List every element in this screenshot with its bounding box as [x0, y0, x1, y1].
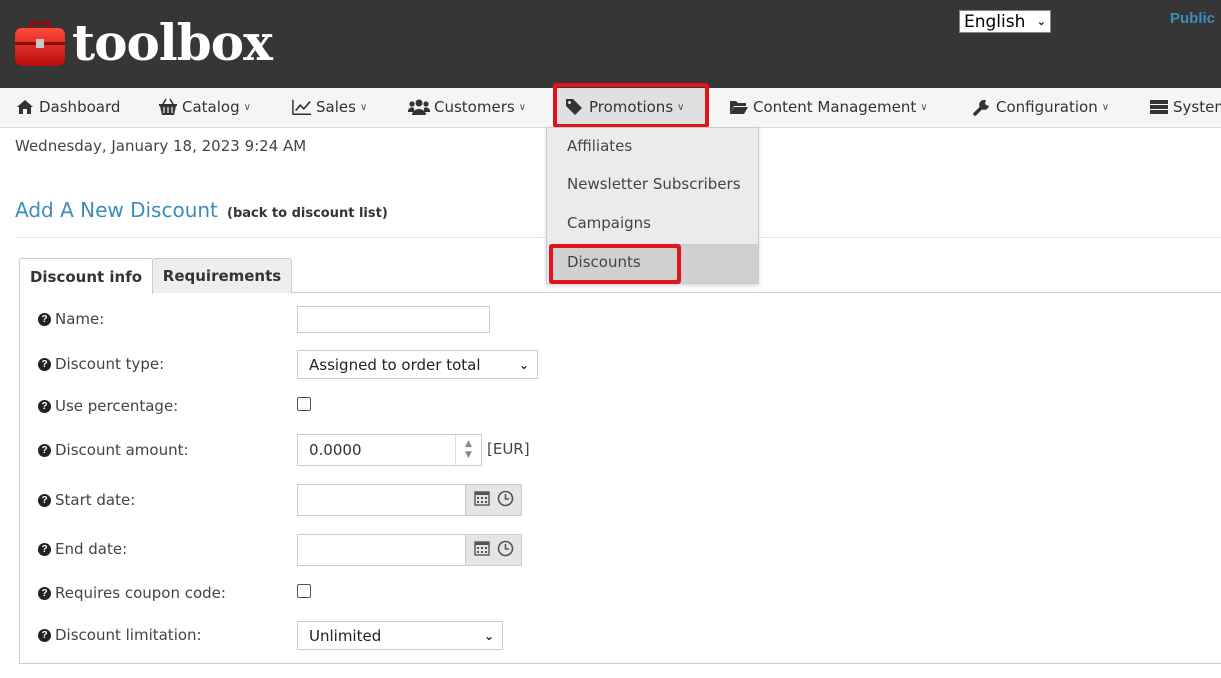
discount-limitation-select[interactable]: Unlimited ⌄	[297, 621, 503, 650]
chevron-down-icon: ⌄	[1036, 15, 1046, 28]
use-percentage-label: ? Use percentage:	[38, 397, 178, 415]
nav-sales[interactable]: Sales ∨	[292, 88, 367, 126]
nav-customers-label: Customers	[434, 98, 515, 116]
nav-dashboard-label: Dashboard	[39, 98, 121, 116]
top-header: toolbox English ⌄ Public	[0, 0, 1221, 88]
panel-border	[19, 292, 20, 664]
help-icon[interactable]: ?	[38, 586, 51, 600]
requires-coupon-checkbox[interactable]	[297, 584, 311, 598]
users-icon	[408, 98, 430, 116]
nav-content-management[interactable]: Content Management ∨	[729, 88, 928, 126]
current-date: Wednesday, January 18, 2023 9:24 AM	[15, 137, 307, 155]
folder-open-icon	[729, 98, 749, 116]
nav-content-management-label: Content Management	[753, 98, 917, 116]
discount-limitation-label-text: Discount limitation:	[55, 626, 202, 644]
help-icon[interactable]: ?	[38, 399, 51, 413]
spinner-up-icon[interactable]: ▲	[465, 439, 472, 450]
promotions-highlight	[553, 83, 709, 128]
home-icon	[15, 98, 35, 116]
currency-label: [EUR]	[487, 440, 530, 458]
tab-requirements[interactable]: Requirements	[152, 258, 292, 293]
use-percentage-checkbox[interactable]	[297, 397, 311, 411]
discount-type-value: Assigned to order total	[309, 355, 481, 374]
requires-coupon-label: ? Requires coupon code:	[38, 584, 226, 602]
tab-discount-info[interactable]: Discount info	[19, 258, 153, 294]
nav-sales-label: Sales	[316, 98, 356, 116]
discount-amount-label-text: Discount amount:	[55, 441, 189, 459]
discount-limitation-value: Unlimited	[309, 626, 382, 645]
nav-dashboard[interactable]: Dashboard	[15, 88, 120, 126]
dropdown-item-affiliates[interactable]: Affiliates	[567, 137, 632, 155]
panel-border-bottom	[19, 663, 1221, 664]
help-icon[interactable]: ?	[38, 312, 51, 326]
spinner-down-icon[interactable]: ▼	[465, 450, 472, 461]
public-store-link[interactable]: Public	[1170, 10, 1215, 27]
end-date-input[interactable]	[297, 534, 467, 566]
nav-customers[interactable]: Customers ∨	[408, 88, 526, 126]
help-icon[interactable]: ?	[38, 443, 51, 457]
page-title-text: Add A New Discount	[15, 198, 218, 222]
help-icon[interactable]: ?	[38, 493, 51, 507]
nav-system-label: System	[1173, 98, 1221, 116]
discount-type-select[interactable]: Assigned to order total ⌄	[297, 350, 538, 379]
chevron-down-icon: ∨	[1101, 101, 1110, 113]
line-chart-icon	[292, 98, 312, 116]
end-date-label-text: End date:	[55, 540, 128, 558]
name-label: ? Name:	[38, 310, 104, 328]
dropdown-item-newsletter-subscribers[interactable]: Newsletter Subscribers	[567, 175, 741, 193]
start-date-picker[interactable]	[465, 484, 522, 516]
chevron-down-icon: ∨	[359, 101, 368, 113]
discount-limitation-label: ? Discount limitation:	[38, 626, 202, 644]
calendar-icon[interactable]	[473, 540, 490, 560]
discounts-highlight	[549, 244, 681, 284]
chevron-down-icon: ∨	[920, 101, 928, 113]
page-title: Add A New Discount (back to discount lis…	[15, 198, 388, 222]
language-value: English	[964, 11, 1026, 32]
nav-configuration-label: Configuration	[996, 98, 1098, 116]
wrench-icon	[972, 98, 992, 116]
logo-text: toolbox	[72, 13, 273, 72]
clock-icon[interactable]	[497, 490, 514, 511]
server-icon	[1149, 98, 1169, 116]
chevron-down-icon: ∨	[518, 101, 527, 113]
end-date-picker[interactable]	[465, 534, 522, 566]
nav-system[interactable]: System	[1149, 88, 1221, 126]
chevron-down-icon: ⌄	[518, 357, 529, 372]
nav-catalog[interactable]: Catalog ∨	[158, 88, 251, 126]
basket-icon	[158, 98, 178, 116]
name-input[interactable]	[297, 306, 490, 333]
help-icon[interactable]: ?	[38, 357, 51, 371]
clock-icon[interactable]	[497, 540, 514, 561]
back-to-list-link[interactable]: (back to discount list)	[227, 206, 388, 221]
toolbox-icon	[14, 18, 66, 68]
start-date-input[interactable]	[297, 484, 467, 516]
discount-type-label: ? Discount type:	[38, 355, 164, 373]
toolbox-logo[interactable]: toolbox	[14, 13, 273, 72]
chevron-down-icon: ⌄	[483, 628, 494, 643]
help-icon[interactable]: ?	[38, 628, 51, 642]
dropdown-item-campaigns[interactable]: Campaigns	[567, 214, 651, 232]
end-date-label: ? End date:	[38, 540, 127, 558]
name-label-text: Name:	[55, 310, 105, 328]
discount-type-label-text: Discount type:	[55, 355, 165, 373]
discount-amount-label: ? Discount amount:	[38, 441, 189, 459]
requires-coupon-label-text: Requires coupon code:	[55, 584, 226, 602]
language-select[interactable]: English ⌄	[959, 10, 1051, 33]
start-date-label-text: Start date:	[55, 491, 136, 509]
nav-configuration[interactable]: Configuration ∨	[972, 88, 1109, 126]
use-percentage-label-text: Use percentage:	[55, 397, 179, 415]
nav-catalog-label: Catalog	[182, 98, 240, 116]
start-date-label: ? Start date:	[38, 491, 135, 509]
chevron-down-icon: ∨	[243, 101, 251, 113]
amount-spinner[interactable]: ▲ ▼	[455, 435, 481, 465]
help-icon[interactable]: ?	[38, 542, 51, 556]
calendar-icon[interactable]	[473, 490, 490, 510]
